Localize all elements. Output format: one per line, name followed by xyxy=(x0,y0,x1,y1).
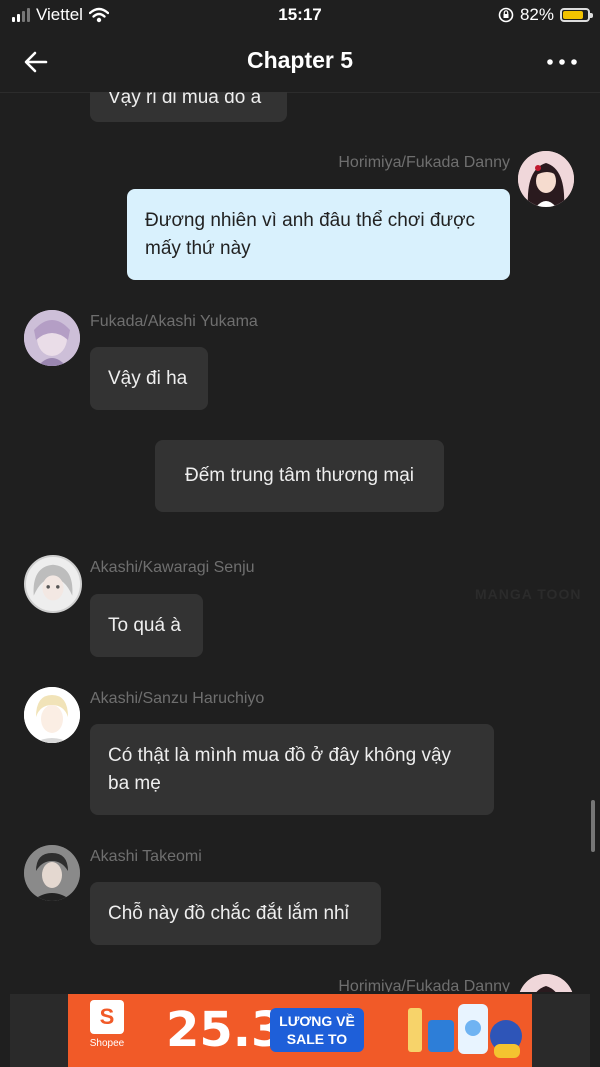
message-text: Có thật là mình mua đồ ở đây không vậy b… xyxy=(108,744,452,794)
avatar-man-icon xyxy=(24,845,80,901)
battery-percent: 82% xyxy=(519,5,554,24)
battery-fill xyxy=(563,11,583,19)
shopee-bag-icon: S xyxy=(90,1000,124,1034)
avatar[interactable] xyxy=(24,555,82,613)
ad-promo-line2: SALE TO xyxy=(286,1031,348,1047)
sender-name: Fukada/Akashi Yukama xyxy=(90,313,258,330)
ad-products-icon xyxy=(408,1004,522,1058)
scrollbar[interactable] xyxy=(591,800,595,852)
sender-name: Akashi Takeomi xyxy=(90,848,202,865)
avatar-sketch-icon xyxy=(24,687,80,743)
ad-brand: Shopee xyxy=(89,1038,125,1049)
message-bubble: Có thật là mình mua đồ ở đây không vậy b… xyxy=(90,724,494,815)
more-options-icon[interactable] xyxy=(544,50,580,74)
avatar[interactable] xyxy=(24,845,80,901)
message-bubble: Vậy ri đi mua đồ à xyxy=(90,92,287,122)
message-text: To quá à xyxy=(108,614,181,636)
sender-name: Akashi/Sanzu Haruchiyo xyxy=(90,690,265,707)
ad-promo-badge: LƯƠNG VỀ SALE TO xyxy=(270,1008,364,1052)
message-text: Vậy đi ha xyxy=(108,367,188,389)
message-text: Chỗ này đồ chắc đắt lắm nhỉ xyxy=(108,902,349,924)
status-right: 82% xyxy=(498,5,593,25)
message-bubble: Chỗ này đồ chắc đắt lắm nhỉ xyxy=(90,882,381,945)
chat-thread[interactable]: Vậy ri đi mua đồ à Horimiya/Fukada Danny… xyxy=(0,92,600,992)
avatar-portrait-icon xyxy=(24,310,80,366)
avatar[interactable] xyxy=(518,974,574,992)
avatar-anime-icon xyxy=(26,557,80,611)
avatar[interactable] xyxy=(518,151,574,207)
status-bar: Viettel 15:17 82% xyxy=(0,0,600,30)
message-text: Vậy ri đi mua đồ à xyxy=(108,92,262,108)
message-bubble: Vậy đi ha xyxy=(90,347,208,410)
avatar-girl-icon xyxy=(518,151,574,207)
avatar[interactable] xyxy=(24,310,80,366)
narration-bubble: Đếm trung tâm thương mại xyxy=(155,440,444,512)
watermark: MANGA TOON xyxy=(475,586,582,602)
avatar-girl-icon xyxy=(518,974,574,992)
ad-date: 25.3 xyxy=(166,1002,285,1058)
orientation-lock-icon xyxy=(498,7,514,23)
sender-name: Horimiya/Fukada Danny xyxy=(338,978,510,992)
shopee-logo: S Shopee xyxy=(72,1000,142,1049)
page-title: Chapter 5 xyxy=(246,47,354,73)
message-bubble: To quá à xyxy=(90,594,203,657)
battery-icon xyxy=(560,8,593,22)
sender-name: Akashi/Kawaragi Senju xyxy=(90,559,255,576)
message-text: Đếm trung tâm thương mại xyxy=(185,465,414,486)
chat-header: Chapter 5 xyxy=(0,30,600,93)
avatar[interactable] xyxy=(24,687,80,743)
ad-promo-line1: LƯƠNG VỀ xyxy=(279,1013,355,1029)
message-bubble-self: Đương nhiên vì anh đâu thể chơi được mấy… xyxy=(127,189,510,280)
message-text: Đương nhiên vì anh đâu thể chơi được mấy… xyxy=(145,209,476,259)
ad-banner[interactable]: S Shopee 25.3 LƯƠNG VỀ SALE TO xyxy=(68,994,532,1067)
sender-name: Horimiya/Fukada Danny xyxy=(338,154,510,171)
